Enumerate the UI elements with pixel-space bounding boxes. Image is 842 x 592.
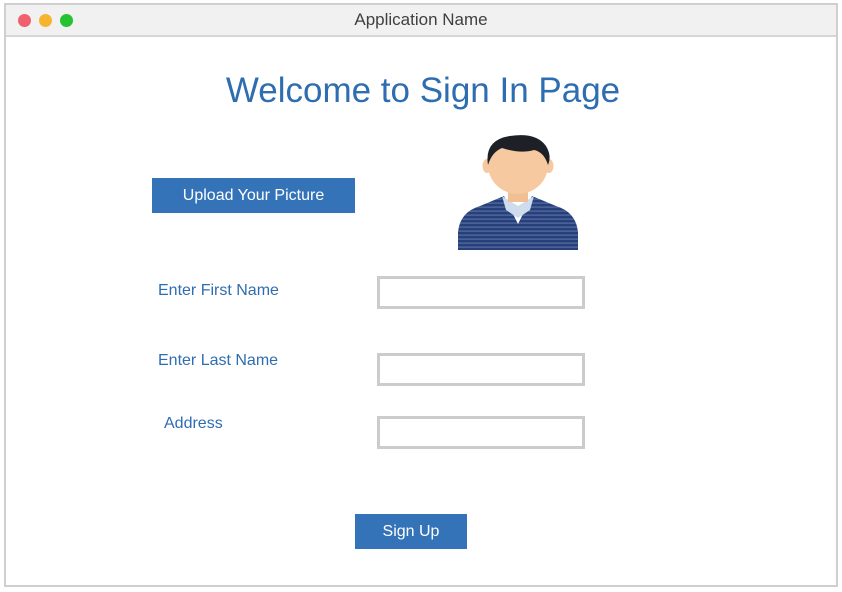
address-input[interactable]: [377, 416, 585, 449]
app-title: Application Name: [354, 10, 488, 29]
first-name-label: Enter First Name: [158, 282, 279, 299]
address-label: Address: [164, 415, 223, 432]
upload-picture-button[interactable]: Upload Your Picture: [152, 178, 355, 213]
application-window: Application Name Welcome to Sign In Page…: [4, 3, 838, 587]
sign-up-button[interactable]: Sign Up: [355, 514, 467, 549]
last-name-input[interactable]: [377, 353, 585, 386]
first-name-input[interactable]: [377, 276, 585, 309]
title-bar: Application Name: [6, 5, 836, 37]
page-title: Welcome to Sign In Page: [225, 71, 621, 110]
last-name-label: Enter Last Name: [158, 352, 279, 369]
user-avatar-icon: [458, 135, 578, 250]
